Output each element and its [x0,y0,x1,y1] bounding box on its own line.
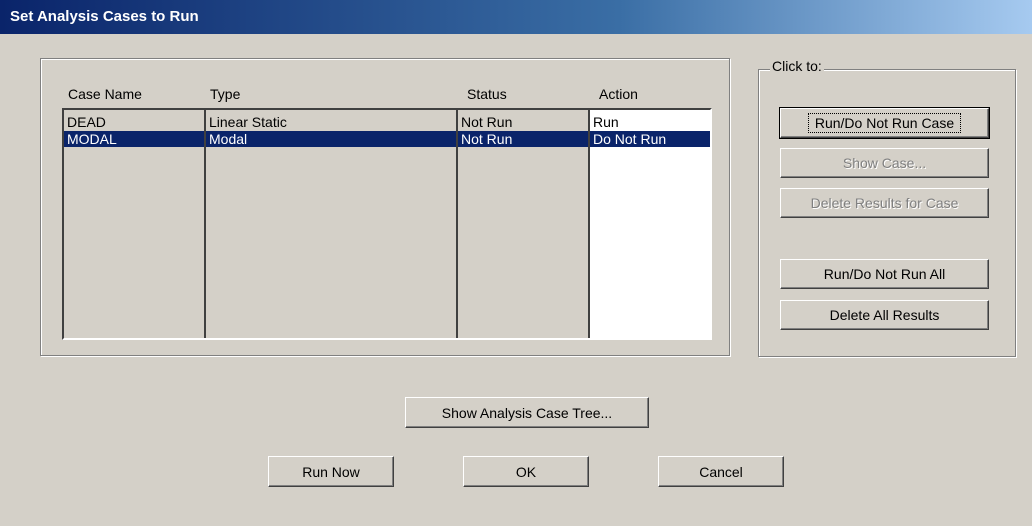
cell-type: Modal [209,131,248,147]
run-do-not-run-all-button[interactable]: Run/Do Not Run All [780,259,989,289]
header-action: Action [599,86,638,102]
cell-action[interactable]: Do Not Run [590,131,666,147]
title-bar[interactable]: Set Analysis Cases to Run [0,0,1032,34]
cell-type: Linear Static [209,114,287,130]
show-analysis-case-tree-button[interactable]: Show Analysis Case Tree... [405,397,649,428]
table-row[interactable]: MODAL Modal Not Run Do Not Run [64,131,710,147]
run-do-not-run-case-button[interactable]: Run/Do Not Run Case [779,107,990,139]
table-row[interactable]: DEAD Linear Static Not Run Run [64,114,710,130]
column-divider [456,110,458,338]
header-status: Status [467,86,507,102]
cell-case-name: MODAL [67,131,117,147]
cell-status: Not Run [461,131,513,147]
run-now-button[interactable]: Run Now [268,456,394,487]
cell-status: Not Run [461,114,513,130]
delete-results-for-case-button[interactable]: Delete Results for Case [780,188,989,218]
analysis-cases-list[interactable]: DEAD Linear Static Not Run Run MODAL Mod… [62,108,712,340]
column-divider [588,110,590,338]
header-case-name: Case Name [68,86,142,102]
cancel-button[interactable]: Cancel [658,456,784,487]
show-case-button[interactable]: Show Case... [780,148,989,178]
cell-action[interactable]: Run [590,114,619,130]
header-type: Type [210,86,241,102]
dialog-window: Set Analysis Cases to Run Case Name Type… [0,0,1032,526]
delete-all-results-button[interactable]: Delete All Results [780,300,989,330]
click-to-legend: Click to: [770,58,824,74]
cell-case-name: DEAD [67,114,106,130]
column-divider [204,110,206,338]
ok-button[interactable]: OK [463,456,589,487]
window-title: Set Analysis Cases to Run [10,8,199,25]
